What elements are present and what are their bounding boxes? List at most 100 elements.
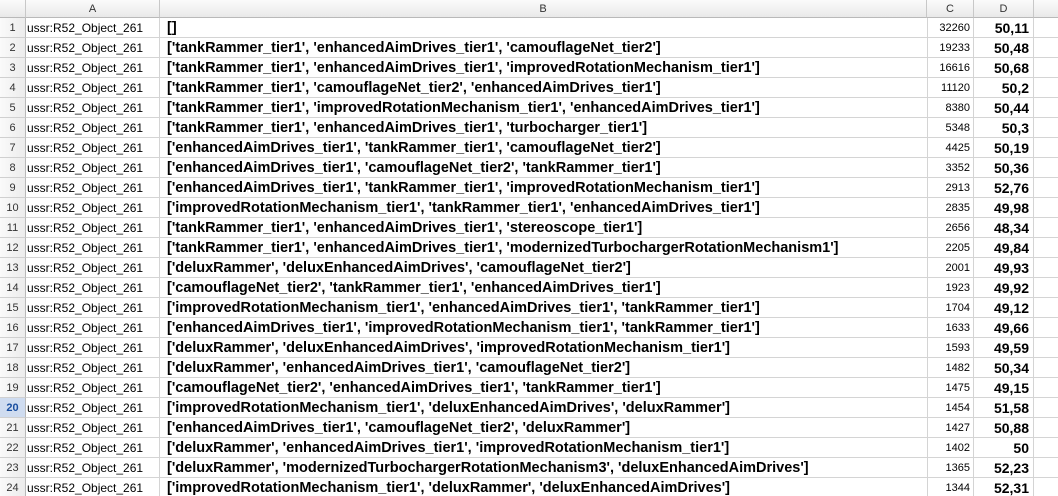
cell-a[interactable]: ussr:R52_Object_261: [26, 178, 160, 198]
row-header[interactable]: 6: [0, 118, 26, 138]
cell-b[interactable]: ['camouflageNet_tier2', 'enhancedAimDriv…: [160, 378, 927, 398]
cell-b[interactable]: ['enhancedAimDrives_tier1', 'improvedRot…: [160, 318, 927, 338]
cell-e[interactable]: [1034, 118, 1058, 138]
cell-c[interactable]: 11120: [927, 78, 974, 98]
cell-e[interactable]: [1034, 438, 1058, 458]
cell-a[interactable]: ussr:R52_Object_261: [26, 418, 160, 438]
cell-a[interactable]: ussr:R52_Object_261: [26, 118, 160, 138]
cell-a[interactable]: ussr:R52_Object_261: [26, 78, 160, 98]
cell-e[interactable]: [1034, 258, 1058, 278]
cell-a[interactable]: ussr:R52_Object_261: [26, 398, 160, 418]
cell-b[interactable]: ['tankRammer_tier1', 'enhancedAimDrives_…: [160, 218, 927, 238]
cell-b[interactable]: ['improvedRotationMechanism_tier1', 'del…: [160, 478, 927, 496]
cell-b[interactable]: ['tankRammer_tier1', 'enhancedAimDrives_…: [160, 58, 927, 78]
row-header[interactable]: 7: [0, 138, 26, 158]
row-header[interactable]: 9: [0, 178, 26, 198]
cell-c[interactable]: 1365: [927, 458, 974, 478]
cell-e[interactable]: [1034, 198, 1058, 218]
cell-d[interactable]: 49,93: [974, 258, 1034, 278]
cell-b[interactable]: ['tankRammer_tier1', 'enhancedAimDrives_…: [160, 238, 927, 258]
row-header[interactable]: 4: [0, 78, 26, 98]
cell-e[interactable]: [1034, 98, 1058, 118]
cell-d[interactable]: 52,31: [974, 478, 1034, 496]
row-header[interactable]: 20: [0, 398, 26, 418]
cell-e[interactable]: [1034, 358, 1058, 378]
cell-b[interactable]: ['enhancedAimDrives_tier1', 'camouflageN…: [160, 158, 927, 178]
cell-b[interactable]: ['deluxRammer', 'deluxEnhancedAimDrives'…: [160, 258, 927, 278]
column-header-e[interactable]: [1034, 0, 1058, 18]
row-header[interactable]: 22: [0, 438, 26, 458]
cell-b[interactable]: ['improvedRotationMechanism_tier1', 'del…: [160, 398, 927, 418]
cell-a[interactable]: ussr:R52_Object_261: [26, 478, 160, 496]
cell-d[interactable]: 49,15: [974, 378, 1034, 398]
cell-c[interactable]: 2835: [927, 198, 974, 218]
row-header[interactable]: 21: [0, 418, 26, 438]
cell-b[interactable]: ['deluxRammer', 'modernizedTurbochargerR…: [160, 458, 927, 478]
cell-b[interactable]: []: [160, 18, 927, 38]
cell-b[interactable]: ['tankRammer_tier1', 'improvedRotationMe…: [160, 98, 927, 118]
select-all-corner[interactable]: [0, 0, 26, 18]
cell-a[interactable]: ussr:R52_Object_261: [26, 318, 160, 338]
cell-c[interactable]: 1704: [927, 298, 974, 318]
cell-e[interactable]: [1034, 338, 1058, 358]
cell-c[interactable]: 2205: [927, 238, 974, 258]
row-header[interactable]: 19: [0, 378, 26, 398]
row-header[interactable]: 16: [0, 318, 26, 338]
cell-d[interactable]: 51,58: [974, 398, 1034, 418]
cell-d[interactable]: 50,88: [974, 418, 1034, 438]
cell-b[interactable]: ['deluxRammer', 'enhancedAimDrives_tier1…: [160, 358, 927, 378]
cell-c[interactable]: 2913: [927, 178, 974, 198]
cell-b[interactable]: ['enhancedAimDrives_tier1', 'camouflageN…: [160, 418, 927, 438]
row-header[interactable]: 10: [0, 198, 26, 218]
cell-a[interactable]: ussr:R52_Object_261: [26, 438, 160, 458]
row-header[interactable]: 23: [0, 458, 26, 478]
cell-b[interactable]: ['tankRammer_tier1', 'enhancedAimDrives_…: [160, 38, 927, 58]
row-header[interactable]: 8: [0, 158, 26, 178]
row-header[interactable]: 1: [0, 18, 26, 38]
column-header-a[interactable]: A: [26, 0, 160, 18]
row-header[interactable]: 3: [0, 58, 26, 78]
cell-c[interactable]: 2001: [927, 258, 974, 278]
cell-e[interactable]: [1034, 398, 1058, 418]
cell-c[interactable]: 5348: [927, 118, 974, 138]
cell-e[interactable]: [1034, 278, 1058, 298]
cell-c[interactable]: 1402: [927, 438, 974, 458]
cell-d[interactable]: 52,76: [974, 178, 1034, 198]
cell-b[interactable]: ['camouflageNet_tier2', 'tankRammer_tier…: [160, 278, 927, 298]
cell-e[interactable]: [1034, 218, 1058, 238]
cell-a[interactable]: ussr:R52_Object_261: [26, 198, 160, 218]
cell-e[interactable]: [1034, 178, 1058, 198]
cell-e[interactable]: [1034, 238, 1058, 258]
cell-e[interactable]: [1034, 298, 1058, 318]
cell-d[interactable]: 50,2: [974, 78, 1034, 98]
cell-d[interactable]: 52,23: [974, 458, 1034, 478]
cell-e[interactable]: [1034, 38, 1058, 58]
cell-a[interactable]: ussr:R52_Object_261: [26, 138, 160, 158]
cell-c[interactable]: 1454: [927, 398, 974, 418]
cell-b[interactable]: ['enhancedAimDrives_tier1', 'tankRammer_…: [160, 178, 927, 198]
column-header-d[interactable]: D: [974, 0, 1034, 18]
cell-b[interactable]: ['tankRammer_tier1', 'enhancedAimDrives_…: [160, 118, 927, 138]
cell-d[interactable]: 49,66: [974, 318, 1034, 338]
cell-c[interactable]: 1475: [927, 378, 974, 398]
cell-d[interactable]: 50,19: [974, 138, 1034, 158]
cell-b[interactable]: ['improvedRotationMechanism_tier1', 'enh…: [160, 298, 927, 318]
row-header[interactable]: 12: [0, 238, 26, 258]
cell-d[interactable]: 50,36: [974, 158, 1034, 178]
row-header[interactable]: 2: [0, 38, 26, 58]
cell-c[interactable]: 1344: [927, 478, 974, 496]
cell-a[interactable]: ussr:R52_Object_261: [26, 378, 160, 398]
cell-d[interactable]: 50,44: [974, 98, 1034, 118]
cell-a[interactable]: ussr:R52_Object_261: [26, 458, 160, 478]
cell-e[interactable]: [1034, 378, 1058, 398]
cell-d[interactable]: 49,92: [974, 278, 1034, 298]
cell-d[interactable]: 50: [974, 438, 1034, 458]
cell-e[interactable]: [1034, 138, 1058, 158]
cell-b[interactable]: ['enhancedAimDrives_tier1', 'tankRammer_…: [160, 138, 927, 158]
cell-c[interactable]: 1427: [927, 418, 974, 438]
cell-a[interactable]: ussr:R52_Object_261: [26, 298, 160, 318]
cell-d[interactable]: 49,59: [974, 338, 1034, 358]
cell-d[interactable]: 48,34: [974, 218, 1034, 238]
cell-a[interactable]: ussr:R52_Object_261: [26, 98, 160, 118]
cell-a[interactable]: ussr:R52_Object_261: [26, 258, 160, 278]
